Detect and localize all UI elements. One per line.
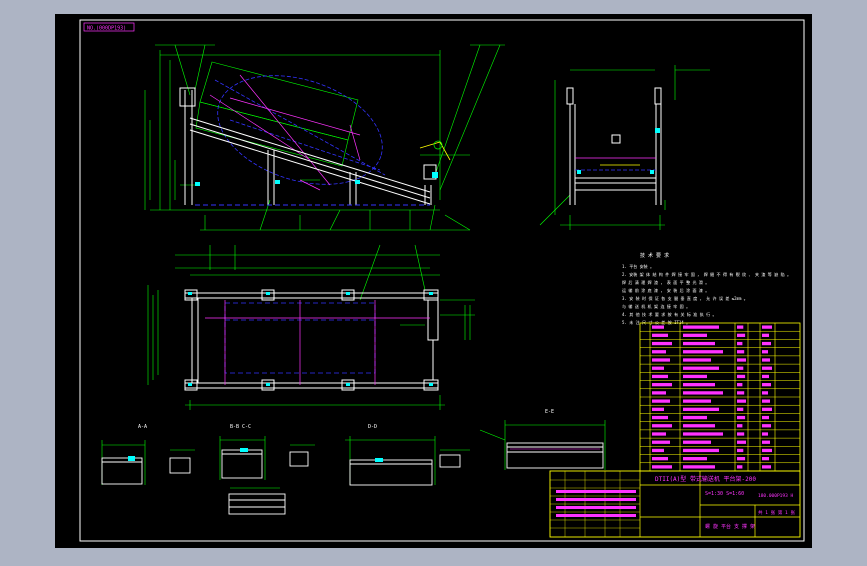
bom-cell	[762, 391, 768, 395]
bom-cell	[762, 457, 769, 461]
bom-cell	[762, 424, 771, 428]
bom-cell	[737, 415, 746, 420]
drawing-scale: S=1:30 S=1:60	[705, 491, 744, 497]
bom-cell	[652, 358, 670, 362]
tech-note-3: 焊 后 清 理 焊 渣 ， 表 面 平 整 光 滑 。	[622, 279, 709, 285]
bom-cell	[762, 399, 770, 403]
bom-cell	[652, 415, 668, 420]
bom-cell	[683, 325, 719, 329]
bom-cell	[652, 341, 672, 346]
bom-cell	[737, 391, 745, 395]
bom-cell	[737, 424, 743, 428]
bom-cell	[652, 424, 672, 428]
tech-note-2: 2. 安装 架 体 结 构 件 焊 接 牢 固 ， 焊 缝 不 得 有 裂 纹 …	[622, 271, 791, 277]
bom-cell	[762, 465, 771, 469]
bom-cell	[683, 465, 715, 469]
cad-viewport: NO.(000DP193) A-A B-B C-C D-D E-E 技 术 要 …	[0, 0, 867, 562]
bom-cell	[683, 350, 723, 354]
bom-cell	[652, 366, 664, 370]
bom-cell	[652, 457, 668, 461]
bom-cell	[762, 325, 772, 329]
bom-cell	[762, 374, 769, 379]
section-c-label: D-D	[368, 424, 377, 430]
section-b-label: B-B C-C	[230, 424, 251, 430]
bom-cell	[737, 448, 744, 453]
section-a-label: A-A	[138, 424, 147, 430]
tech-note-5: 3. 安 装 时 保 证 各 支 腿 垂 直 度 ， 允 许 误 差 ≤2mm …	[622, 295, 748, 301]
bom-cell	[737, 457, 746, 461]
drawing-title: DTII(A)型 带式输送机 平台架-200	[655, 475, 756, 483]
bom-cell	[652, 333, 668, 337]
bom-cell	[762, 341, 771, 346]
bom-cell	[737, 350, 745, 354]
tech-note-7: 4. 其 他 技 术 要 求 按 有 关 标 准 执 行 。	[622, 311, 717, 317]
bom-cell	[762, 448, 772, 453]
bom-cell	[652, 391, 666, 395]
tech-title: 技 术 要 求	[640, 252, 669, 259]
bom-cell	[652, 407, 664, 411]
bom-cell	[683, 341, 715, 346]
bom-cell	[737, 333, 746, 337]
bom-cell	[737, 325, 744, 329]
section-d-label: E-E	[545, 409, 554, 415]
bom-cell	[762, 383, 771, 387]
drawing-part-name: 螺 旋 平台 支 撑 架	[705, 523, 755, 530]
tech-note-6: 与 输 送 机 机 架 连 接 牢 固 。	[622, 303, 690, 309]
bom-cell	[652, 325, 664, 329]
bom-cell	[737, 399, 746, 403]
bom-cell	[683, 383, 715, 387]
drawing-number: 180.000P193 H	[758, 493, 794, 499]
bom-cell	[683, 457, 707, 461]
bom-cell	[683, 432, 723, 436]
bom-cell	[683, 415, 707, 420]
bom-cell	[652, 374, 668, 379]
bom-cell	[683, 366, 719, 370]
bom-cell	[737, 358, 746, 362]
bom-cell	[762, 407, 772, 411]
bom-cell	[652, 465, 672, 469]
bom-cell	[737, 432, 745, 436]
bom-cell	[737, 407, 744, 411]
bom-cell	[737, 341, 743, 346]
bom-cell	[652, 399, 670, 403]
bom-cell	[737, 383, 743, 387]
bom-cell	[683, 440, 711, 444]
cad-drawing-canvas: NO.(000DP193) A-A B-B C-C D-D E-E 技 术 要 …	[55, 14, 812, 548]
tech-note-1: 1. 平台 安装 。	[622, 263, 654, 269]
bom-cell	[762, 358, 770, 362]
bom-cell	[683, 333, 707, 337]
bom-cell	[683, 407, 719, 411]
bom-cell	[683, 374, 707, 379]
bom-cell	[737, 465, 743, 469]
bom-cell	[737, 440, 746, 444]
bom-cell	[683, 424, 715, 428]
bom-cell	[652, 350, 666, 354]
drawing-tag-text: NO.(000DP193)	[87, 26, 126, 32]
bom-cell	[737, 366, 744, 370]
bom-cell	[652, 432, 666, 436]
bom-cell	[762, 333, 769, 337]
bom-cell	[762, 366, 772, 370]
bom-cell	[652, 440, 670, 444]
bom-cell	[762, 440, 770, 444]
bom-cell	[683, 448, 719, 453]
bom-cell	[683, 358, 711, 362]
bom-cell	[652, 383, 672, 387]
bom-cell	[683, 399, 711, 403]
bom-cell	[652, 448, 664, 453]
bom-cell	[737, 374, 746, 379]
bom-cell	[762, 350, 768, 354]
bom-cell	[683, 391, 723, 395]
bom-cell	[762, 415, 769, 420]
tech-note-4: 运 输 前 涂 底 漆 ， 安 装 后 涂 面 漆 。	[622, 287, 709, 293]
drawing-sheet-count: 共 1 张 第 1 张	[758, 509, 795, 516]
bom-cell	[762, 432, 768, 436]
